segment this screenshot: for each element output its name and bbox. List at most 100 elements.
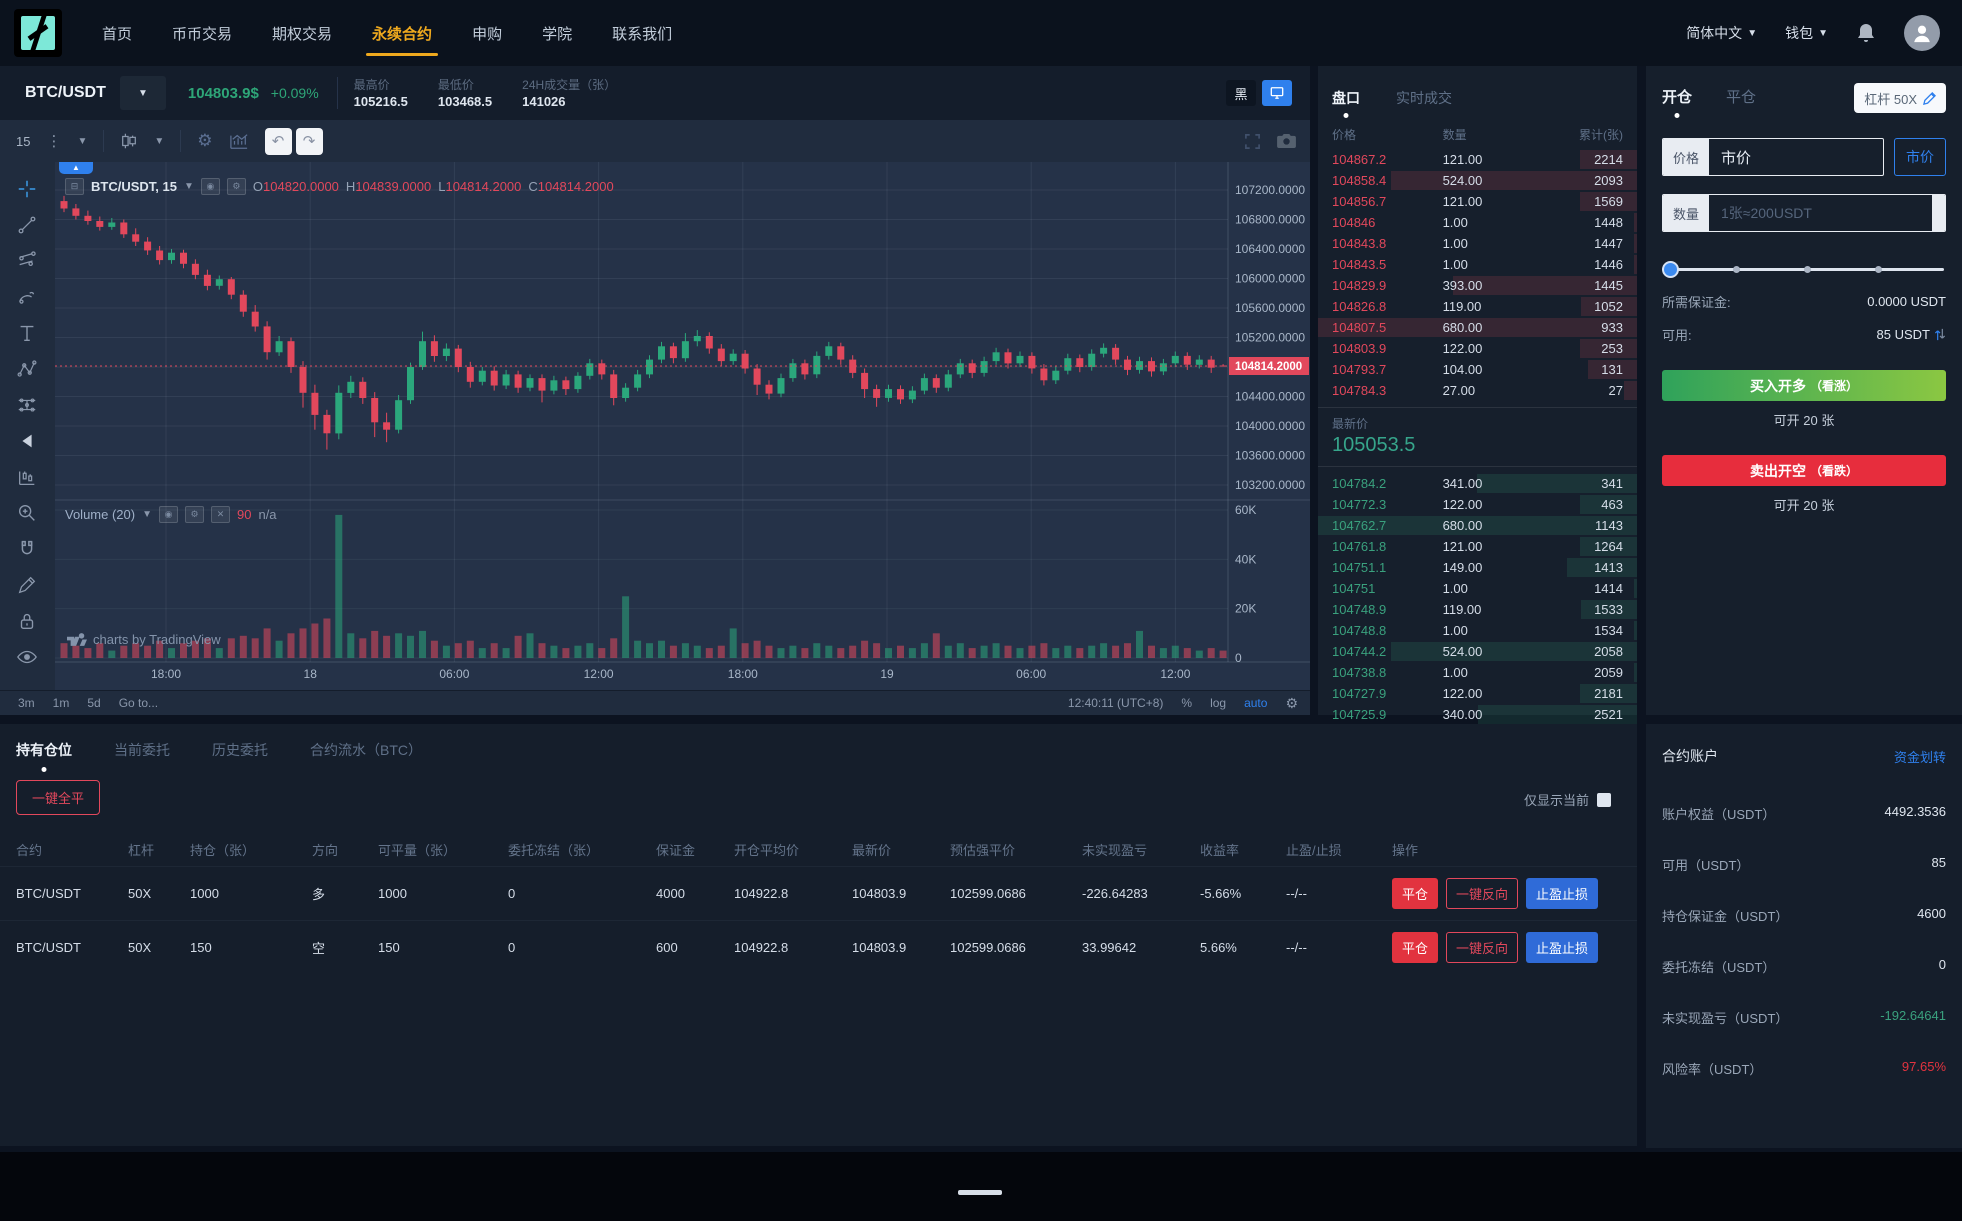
brand-logo[interactable]: [14, 9, 62, 57]
display-mode-button[interactable]: [1262, 80, 1292, 106]
legend-symbol[interactable]: BTC/USDT, 15: [91, 179, 177, 194]
percent-scale-button[interactable]: %: [1181, 696, 1192, 710]
eye-icon[interactable]: ◉: [200, 178, 220, 195]
chevron-down-icon[interactable]: ▼: [154, 136, 164, 147]
zoom-in-icon[interactable]: [14, 500, 40, 526]
candle-style-icon[interactable]: [120, 132, 138, 150]
close-position-button[interactable]: 平仓: [1392, 878, 1439, 909]
range-3m-button[interactable]: 3m: [18, 696, 35, 710]
chart-canvas[interactable]: 104814.2000 107200.0000 106800.0000 106400.…: [55, 162, 1310, 690]
positions-tab-3[interactable]: 合约流水（BTC）: [310, 740, 422, 774]
leverage-button[interactable]: 杠杆 50X: [1854, 83, 1946, 113]
range-5d-button[interactable]: 5d: [87, 696, 100, 710]
chevron-down-icon[interactable]: ▼: [184, 181, 194, 192]
tab-orderbook[interactable]: 盘口: [1332, 88, 1360, 120]
toolbar-collapse-tab[interactable]: ▲: [59, 162, 93, 174]
tab-trades[interactable]: 实时成交: [1396, 88, 1452, 120]
notification-bell-icon[interactable]: [1856, 22, 1876, 44]
slider-handle[interactable]: [1662, 261, 1679, 278]
text-icon[interactable]: [14, 320, 40, 346]
bid-row[interactable]: 104762.7 680.00 1143: [1318, 515, 1637, 536]
interval-button[interactable]: 15: [16, 134, 30, 149]
fullscreen-icon[interactable]: [1244, 133, 1261, 150]
ask-row[interactable]: 104858.4 524.00 2093: [1318, 170, 1637, 191]
bid-row[interactable]: 104748.9 119.00 1533: [1318, 599, 1637, 620]
long-position-icon[interactable]: [14, 392, 40, 418]
reverse-position-button[interactable]: 一键反向: [1446, 878, 1519, 909]
theme-dark-button[interactable]: 黑: [1226, 80, 1256, 106]
chevron-down-icon[interactable]: ▼: [142, 509, 152, 520]
price-input[interactable]: [1709, 139, 1883, 175]
ask-row[interactable]: 104856.7 121.00 1569: [1318, 191, 1637, 212]
close-position-button[interactable]: 平仓: [1392, 932, 1439, 963]
bid-row[interactable]: 104772.3 122.00 463: [1318, 494, 1637, 515]
candlestick-chart[interactable]: 104814.2000 107200.0000 106800.0000 106400.…: [55, 162, 1310, 690]
interval-menu-icon[interactable]: ⋮: [46, 132, 61, 150]
redo-button[interactable]: ↷: [295, 127, 323, 155]
tab-open-position[interactable]: 开仓: [1662, 86, 1692, 120]
eye-icon[interactable]: ◉: [159, 506, 178, 523]
volume-label[interactable]: Volume (20): [65, 507, 135, 522]
tp-sl-button[interactable]: 止盈止损: [1526, 932, 1599, 963]
log-scale-button[interactable]: log: [1210, 696, 1226, 710]
camera-snapshot-icon[interactable]: [1277, 133, 1296, 149]
forecast-icon[interactable]: [14, 464, 40, 490]
bid-row[interactable]: 104725.9 340.00 2521: [1318, 704, 1637, 725]
ask-row[interactable]: 104829.9 393.00 1445: [1318, 275, 1637, 296]
bid-row[interactable]: 104738.8 1.00 2059: [1318, 662, 1637, 683]
bid-row[interactable]: 104744.2 524.00 2058: [1318, 641, 1637, 662]
only-current-checkbox[interactable]: [1597, 792, 1611, 807]
sell-short-button[interactable]: 卖出开空 （看跌）: [1662, 455, 1946, 486]
reverse-position-button[interactable]: 一键反向: [1446, 932, 1519, 963]
avatar[interactable]: [1904, 15, 1940, 51]
ask-row[interactable]: 104843.8 1.00 1447: [1318, 233, 1637, 254]
tp-sl-button[interactable]: 止盈止损: [1526, 878, 1599, 909]
amount-input[interactable]: [1709, 195, 1932, 231]
nav-item-4[interactable]: 申购: [470, 1, 504, 66]
transfer-arrows-icon[interactable]: [1934, 328, 1946, 341]
chart-widget[interactable]: 104814.2000 107200.0000 106800.0000 106400.…: [55, 162, 1310, 690]
pair-selector[interactable]: ▼: [119, 76, 166, 110]
tradingview-credit[interactable]: charts by TradingView: [67, 632, 221, 647]
positions-tab-2[interactable]: 历史委托: [212, 740, 268, 774]
bid-row[interactable]: 104751.1 149.00 1413: [1318, 557, 1637, 578]
bid-row[interactable]: 104784.2 341.00 341: [1318, 473, 1637, 494]
ask-row[interactable]: 104846 1.00 1448: [1318, 212, 1637, 233]
goto-button[interactable]: Go to...: [119, 696, 158, 710]
slider-mark-50[interactable]: [1804, 266, 1811, 273]
ask-row[interactable]: 104867.2 121.00 2214: [1318, 149, 1637, 170]
bid-row[interactable]: 104751 1.00 1414: [1318, 578, 1637, 599]
bid-row[interactable]: 104727.9 122.00 2181: [1318, 683, 1637, 704]
brush-icon[interactable]: [14, 284, 40, 310]
edit-icon[interactable]: [14, 572, 40, 598]
settings-icon[interactable]: ⚙: [185, 506, 204, 523]
chevron-down-icon[interactable]: ▼: [77, 136, 87, 147]
clock-label[interactable]: 12:40:11 (UTC+8): [1068, 696, 1164, 710]
undo-button[interactable]: ↶: [264, 127, 292, 155]
range-1m-button[interactable]: 1m: [53, 696, 70, 710]
fund-transfer-link[interactable]: 资金划转: [1894, 747, 1946, 766]
eye-icon[interactable]: [14, 644, 40, 670]
magnet-icon[interactable]: [14, 536, 40, 562]
wallet-menu[interactable]: 钱包 ▼: [1785, 23, 1828, 43]
axis-settings-gear-icon[interactable]: ⚙: [1285, 695, 1298, 712]
trend-line-icon[interactable]: [14, 212, 40, 238]
crosshair-icon[interactable]: [14, 176, 40, 202]
settings-icon[interactable]: ⚙: [226, 178, 246, 195]
amount-slider[interactable]: [1662, 260, 1946, 278]
ask-row[interactable]: 104793.7 104.00 131: [1318, 359, 1637, 380]
buy-long-button[interactable]: 买入开多 （看涨）: [1662, 370, 1946, 401]
close-icon[interactable]: ✕: [211, 506, 230, 523]
bid-row[interactable]: 104761.8 121.00 1264: [1318, 536, 1637, 557]
slider-mark-75[interactable]: [1875, 266, 1882, 273]
symbol-edit-icon[interactable]: ⊟: [65, 178, 84, 195]
ask-row[interactable]: 104807.5 680.00 933: [1318, 317, 1637, 338]
positions-tab-0[interactable]: 持有仓位: [16, 740, 72, 774]
footer-scroll-handle[interactable]: [958, 1190, 1002, 1195]
chart-settings-gear-icon[interactable]: ⚙: [197, 131, 212, 151]
nav-item-6[interactable]: 联系我们: [610, 1, 674, 66]
nav-item-2[interactable]: 期权交易: [270, 1, 334, 66]
arrow-left-icon[interactable]: [14, 428, 40, 454]
ask-row[interactable]: 104784.3 27.00 27: [1318, 380, 1637, 401]
market-price-button[interactable]: 市价: [1894, 138, 1946, 176]
